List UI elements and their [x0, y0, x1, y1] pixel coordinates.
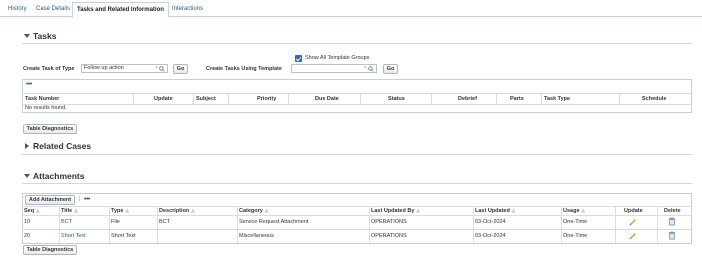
col-schedule[interactable]: Schedule — [642, 96, 666, 102]
clear-icon[interactable]: × — [364, 65, 367, 72]
row1-updated-by: OPERATIONS — [371, 219, 407, 225]
create-template-label: Create Tasks Using Template — [206, 66, 282, 72]
col-due-date[interactable]: Due Date — [315, 96, 339, 102]
trash-icon[interactable] — [668, 231, 676, 240]
col-usage[interactable]: Usage ◬ — [563, 208, 585, 214]
task-type-input[interactable]: Follow up action × — [81, 64, 168, 73]
divider — [22, 43, 692, 44]
divider — [22, 154, 692, 155]
divider — [23, 229, 691, 230]
pencil-icon[interactable] — [629, 232, 637, 240]
col-debrief[interactable]: Debrief — [458, 96, 477, 102]
sort-icon: ◬ — [191, 208, 195, 213]
more-options-icon[interactable]: ••• — [84, 196, 90, 203]
row2-updated-by: OPERATIONS — [371, 233, 407, 239]
show-all-template-groups-checkbox[interactable] — [295, 55, 302, 62]
tasks-table: ••• Task Number Update Subject Priority … — [22, 79, 692, 113]
collapse-attachments-icon[interactable] — [24, 174, 30, 178]
row2-seq: 20 — [24, 233, 31, 239]
col-delete: Delete — [664, 208, 681, 214]
row2-usage: One-Time — [563, 233, 588, 239]
col-update: Update — [624, 208, 643, 214]
divider — [23, 104, 691, 105]
divider — [23, 206, 691, 207]
go-button-template[interactable]: Go — [383, 64, 398, 74]
sort-icon: ◬ — [264, 208, 269, 213]
col-category[interactable]: Category ◬ — [239, 208, 268, 214]
col-last-updated[interactable]: Last Updated ◬ — [475, 208, 515, 214]
separator: | — [79, 196, 81, 202]
row1-description: BCT — [159, 219, 170, 225]
divider — [23, 93, 691, 94]
divider — [22, 183, 692, 184]
row2-title-link[interactable]: Short Text — [61, 233, 86, 239]
table-diagnostics-button[interactable]: Table Diagnostics — [23, 124, 77, 134]
add-attachment-button[interactable]: Add Attachment — [25, 195, 75, 205]
collapse-tasks-icon[interactable] — [24, 34, 30, 38]
more-options-icon[interactable]: ••• — [26, 81, 32, 88]
sort-icon: ◬ — [74, 208, 78, 213]
col-seq[interactable]: Seq ◬ — [24, 208, 40, 214]
empty-message: No results found. — [25, 105, 67, 111]
expand-related-cases-icon[interactable] — [25, 143, 29, 149]
search-icon[interactable] — [159, 66, 165, 72]
row1-type: File — [111, 219, 120, 225]
go-button-task-type[interactable]: Go — [173, 64, 188, 74]
col-status[interactable]: Status — [388, 96, 405, 102]
col-update[interactable]: Update — [154, 96, 173, 102]
col-title[interactable]: Title ◬ — [61, 208, 78, 214]
attachments-table: Add Attachment | ••• Seq ◬ Title ◬ Type ◬ D… — [22, 193, 692, 244]
row1-usage: One-Time — [563, 219, 588, 225]
col-parts[interactable]: Parts — [510, 96, 524, 102]
tab-case-details[interactable]: Case Details — [32, 3, 74, 17]
task-type-value: Follow up action — [84, 65, 124, 71]
sort-icon: ◬ — [416, 208, 420, 213]
row2-type: Short Text — [111, 233, 136, 239]
row1-category: Service Request Attachment — [239, 219, 309, 225]
col-subject[interactable]: Subject — [196, 96, 216, 102]
create-task-type-label: Create Task of Type — [23, 66, 75, 72]
col-description[interactable]: Description ◬ — [159, 208, 195, 214]
row2-category: Miscellaneous — [239, 233, 274, 239]
row1-seq: 10 — [24, 219, 31, 225]
col-type[interactable]: Type ◬ — [111, 208, 129, 214]
row1-title-link[interactable]: BCT — [61, 219, 72, 225]
tab-interactions[interactable]: Interactions — [168, 3, 207, 17]
sort-icon: ◬ — [36, 208, 40, 213]
col-last-updated-by[interactable]: Last Updated By ◬ — [371, 208, 420, 214]
search-icon[interactable] — [368, 66, 374, 72]
sort-icon: ◬ — [511, 208, 516, 213]
template-input[interactable]: × — [291, 64, 377, 73]
sort-icon: ◬ — [125, 208, 129, 213]
trash-icon[interactable] — [668, 217, 676, 226]
col-task-number[interactable]: Task Number — [25, 96, 59, 102]
attachments-title: Attachments — [33, 171, 85, 181]
tab-bar: History Case Details Tasks and Related I… — [0, 0, 702, 18]
related-cases-title: Related Cases — [33, 141, 92, 151]
row1-updated: 03-Oct-2024 — [475, 219, 506, 225]
clear-icon[interactable]: × — [155, 65, 158, 72]
table-diagnostics-button-attachments[interactable]: Table Diagnostics — [23, 245, 77, 255]
row2-updated: 03-Oct-2024 — [475, 233, 506, 239]
divider — [23, 215, 691, 216]
tasks-title: Tasks — [33, 31, 57, 41]
col-priority[interactable]: Priority — [257, 96, 276, 102]
show-all-template-groups-label: Show All Template Groups — [305, 55, 370, 61]
tab-history[interactable]: History — [4, 3, 31, 17]
pencil-icon[interactable] — [629, 218, 637, 226]
col-task-type[interactable]: Task Type — [544, 96, 570, 102]
tab-tasks-related[interactable]: Tasks and Related Information — [72, 2, 169, 18]
sort-icon: ◬ — [581, 208, 585, 213]
